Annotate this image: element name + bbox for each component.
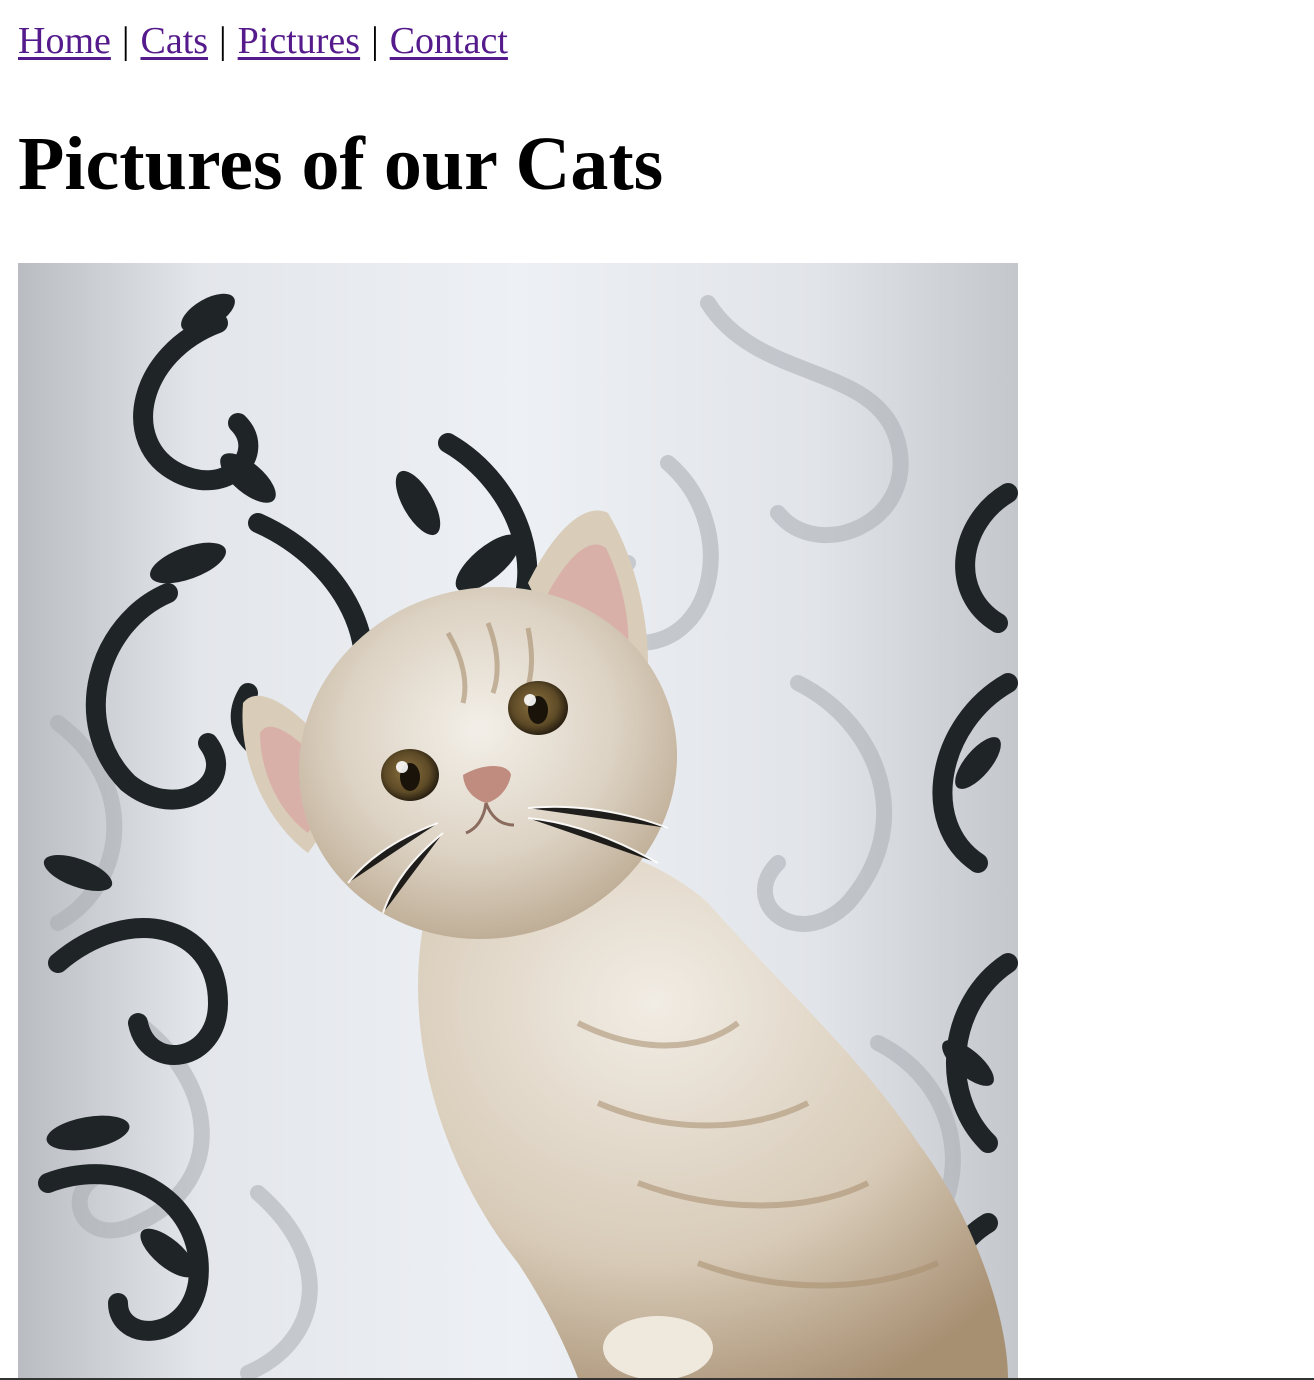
kitten-photo-illustration [38,293,1018,1378]
page-title: Pictures of our Cats [18,122,664,206]
nav-link-cats[interactable]: Cats [140,20,208,62]
kitten-paw [603,1316,713,1378]
nav-link-pictures[interactable]: Pictures [238,20,360,62]
kitten-photo [18,263,1018,1378]
nav-separator: | [219,20,227,62]
nav-separator: | [121,20,130,62]
nav-separator: | [371,20,379,62]
top-nav: Home | Cats | Pictures | Contact [18,18,508,64]
nav-link-contact[interactable]: Contact [390,20,508,62]
nav-link-home[interactable]: Home [18,20,111,62]
